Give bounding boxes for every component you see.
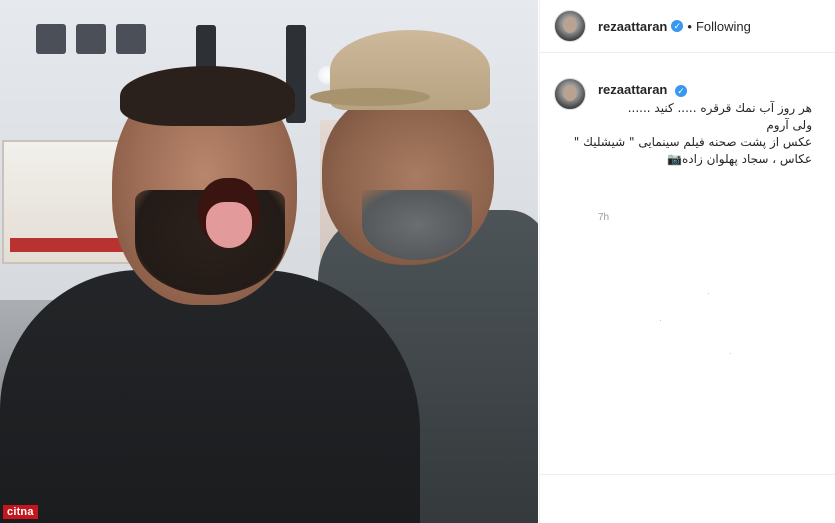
caption-line: عكس از پشت صحنه فيلم سينمايى " شيشليك " [573, 135, 812, 149]
following-button[interactable]: Following [696, 19, 751, 34]
post-header: rezaattaran ✓ • Following [540, 0, 835, 53]
post-side-panel: rezaattaran ✓ • Following rezaattaran ✓ … [539, 0, 835, 523]
panel-divider [540, 474, 835, 475]
scroll-hint [708, 293, 709, 294]
verified-badge-icon: ✓ [671, 20, 684, 32]
left-man-shirt [0, 270, 420, 523]
wall-switch [36, 24, 66, 54]
wall-switch [76, 24, 106, 54]
right-man-beard [362, 190, 472, 260]
avatar[interactable] [554, 10, 586, 42]
caption-line: عكاس ، سجاد پهلوان زاده📷 [667, 152, 812, 166]
left-man-tongue [206, 202, 252, 248]
header-username[interactable]: rezaattaran [598, 19, 667, 34]
post-time[interactable]: 7h [598, 212, 609, 223]
caption-line: ولى آروم [766, 118, 812, 132]
caption-avatar[interactable] [554, 78, 586, 110]
verified-badge-icon: ✓ [675, 84, 687, 97]
caption-line: هر روز آب نمك قرقره ..... كنيد ...... [627, 101, 812, 115]
caption-username[interactable]: rezaattaran [598, 82, 667, 97]
left-man-hair [120, 66, 295, 126]
comments-area[interactable]: rezaattaran ✓ هر روز آب نمك قرقره ..... … [540, 53, 835, 473]
wall-switch [116, 24, 146, 54]
cap-visor [310, 88, 430, 106]
scroll-hint [730, 353, 731, 354]
watermark-logo: citna [3, 505, 38, 519]
separator-dot: • [687, 18, 692, 34]
scroll-hint [660, 320, 661, 321]
caption-username-block: rezaattaran ✓ [598, 82, 687, 97]
post-photo[interactable]: citna [0, 0, 538, 523]
caption-text: هر روز آب نمك قرقره ..... كنيد ...... ول… [573, 100, 812, 168]
